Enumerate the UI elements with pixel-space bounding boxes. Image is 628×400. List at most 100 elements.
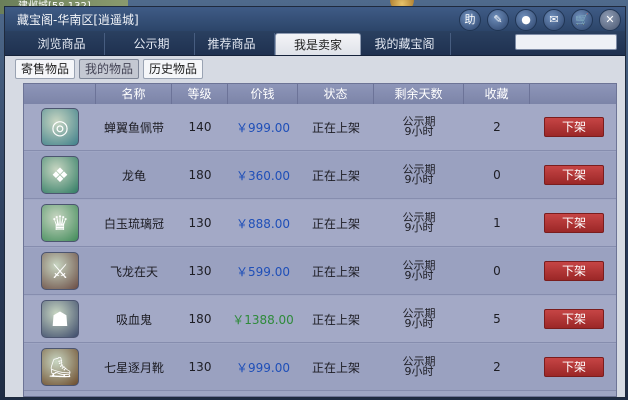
item-status: 正在上架 <box>311 360 360 375</box>
item-price: ￥888.00 <box>236 216 290 231</box>
col-icon-header <box>24 84 96 104</box>
item-name: 蝉翼鱼佩带 <box>103 120 164 135</box>
crown-icon[interactable]: ♛ <box>41 204 79 242</box>
item-level: 180 <box>188 312 212 326</box>
vampire-icon[interactable]: ☗ <box>41 300 79 338</box>
col-header-2: 价钱 <box>228 84 298 104</box>
days-line-2: 9小时 <box>404 317 434 330</box>
table-row[interactable]: ☗ 吸血鬼 180 ￥1388.00 正在上架 公示期 9小时 5 下架 <box>24 296 616 343</box>
item-icon-cell: ❖ <box>24 152 96 198</box>
search-input[interactable] <box>515 34 617 50</box>
delist-button[interactable]: 下架 <box>544 117 604 137</box>
col-header-5: 收藏 <box>464 84 530 104</box>
chat-icon[interactable]: ✉ <box>543 9 565 31</box>
item-favorites: 2 <box>493 360 501 374</box>
item-icon-cell: ⛸ <box>24 344 96 390</box>
item-list: 名称 等级 价钱 状态 剩余天数 收藏 ◎ 蝉翼鱼佩带 140 ￥999.00 正在上架 公示期 9小… <box>23 83 617 397</box>
item-level: 140 <box>188 120 212 134</box>
tab-3[interactable]: 我是卖家 <box>275 33 361 55</box>
item-price: ￥360.00 <box>236 168 290 183</box>
col-header-3: 状态 <box>298 84 374 104</box>
item-status: 正在上架 <box>311 312 360 327</box>
item-name: 龙龟 <box>121 168 146 183</box>
item-name: 白玉琉璃冠 <box>103 216 164 231</box>
days-line-2: 9小时 <box>404 269 434 282</box>
subtab-0[interactable]: 寄售物品 <box>15 59 76 79</box>
tab-2[interactable]: 推荐商品 <box>189 33 275 55</box>
item-days-left: 公示期 9小时 <box>374 104 464 150</box>
boots-icon[interactable]: ⛸ <box>41 348 79 386</box>
item-price: ￥999.00 <box>236 120 290 135</box>
record-icon[interactable]: ● <box>515 9 537 31</box>
item-icon-cell: ☗ <box>24 296 96 342</box>
item-icon-cell: ⚔ <box>24 248 96 294</box>
item-action-cell: 下架 <box>530 200 618 246</box>
title-bar: 藏宝阁-华南区[逍遥城] 助 ✎ ● ✉ 🛒 ✕ <box>5 7 625 31</box>
table-row[interactable]: ♛ 白玉琉璃冠 130 ￥888.00 正在上架 公示期 9小时 1 下架 <box>24 200 616 247</box>
window-title: 藏宝阁-华南区[逍遥城] <box>17 13 139 27</box>
item-favorites: 2 <box>493 120 501 134</box>
days-line-2: 9小时 <box>404 125 434 138</box>
col-action-header <box>530 84 618 104</box>
item-favorites: 1 <box>493 216 501 230</box>
belt-icon[interactable]: ◎ <box>41 108 79 146</box>
item-days-left: 公示期 9小时 <box>374 248 464 294</box>
sword-icon[interactable]: ⚔ <box>41 252 79 290</box>
item-action-cell: 下架 <box>530 248 618 294</box>
item-icon-cell: ♛ <box>24 200 96 246</box>
table-row[interactable]: ◎ 蝉翼鱼佩带 140 ￥999.00 正在上架 公示期 9小时 2 下架 <box>24 104 616 151</box>
item-status: 正在上架 <box>311 216 360 231</box>
main-tabs: 浏览商品 公示期 推荐商品 我是卖家 我的藏宝阁 <box>5 31 625 56</box>
title-icons: 助 ✎ ● ✉ 🛒 ✕ <box>459 9 621 31</box>
item-price: ￥999.00 <box>236 360 290 375</box>
days-line-2: 9小时 <box>404 365 434 378</box>
item-price: ￥1388.00 <box>232 312 294 327</box>
item-action-cell: 下架 <box>530 104 618 150</box>
item-level: 130 <box>188 216 212 230</box>
delist-button[interactable]: 下架 <box>544 165 604 185</box>
sub-tabs: 寄售物品 我的物品 历史物品 <box>15 59 204 79</box>
item-status: 正在上架 <box>311 168 360 183</box>
item-level: 130 <box>188 264 212 278</box>
tab-1[interactable]: 公示期 <box>109 33 195 55</box>
item-name: 吸血鬼 <box>115 312 152 327</box>
help-icon[interactable]: 助 <box>459 9 481 31</box>
item-favorites: 5 <box>493 312 501 326</box>
days-line-2: 9小时 <box>404 221 434 234</box>
tab-4[interactable]: 我的藏宝阁 <box>359 33 451 55</box>
item-days-left: 公示期 9小时 <box>374 344 464 390</box>
item-price: ￥599.00 <box>236 264 290 279</box>
tab-0[interactable]: 浏览商品 <box>19 33 105 55</box>
close-icon[interactable]: ✕ <box>599 9 621 31</box>
item-icon-cell: ◎ <box>24 104 96 150</box>
table-header: 名称 等级 价钱 状态 剩余天数 收藏 <box>24 84 616 104</box>
delist-button[interactable]: 下架 <box>544 261 604 281</box>
delist-button[interactable]: 下架 <box>544 309 604 329</box>
item-favorites: 0 <box>493 168 501 182</box>
col-header-4: 剩余天数 <box>374 84 464 104</box>
table-row[interactable]: ⛸ 七星逐月靴 130 ￥999.00 正在上架 公示期 9小时 2 下架 <box>24 344 616 391</box>
col-header-0: 名称 <box>96 84 172 104</box>
table-row[interactable]: ❖ 龙龟 180 ￥360.00 正在上架 公示期 9小时 0 下架 <box>24 152 616 199</box>
item-status: 正在上架 <box>311 120 360 135</box>
item-name: 飞龙在天 <box>109 264 158 279</box>
table-row[interactable]: ⚔ 飞龙在天 130 ￥599.00 正在上架 公示期 9小时 0 下架 <box>24 248 616 295</box>
dragon-turtle-icon[interactable]: ❖ <box>41 156 79 194</box>
item-action-cell: 下架 <box>530 296 618 342</box>
item-action-cell: 下架 <box>530 344 618 390</box>
col-header-1: 等级 <box>172 84 228 104</box>
subtab-1[interactable]: 我的物品 <box>79 59 140 79</box>
treasure-pavilion-window: 藏宝阁-华南区[逍遥城] 助 ✎ ● ✉ 🛒 ✕ 浏览商品 公示期 推荐商品 我是卖家 我的藏宝阁… <box>4 6 626 398</box>
item-level: 130 <box>188 360 212 374</box>
item-action-cell: 下架 <box>530 152 618 198</box>
delist-button[interactable]: 下架 <box>544 213 604 233</box>
item-status: 正在上架 <box>311 264 360 279</box>
cart-icon[interactable]: 🛒 <box>571 9 593 31</box>
item-days-left: 公示期 9小时 <box>374 296 464 342</box>
days-line-2: 9小时 <box>404 173 434 186</box>
delist-button[interactable]: 下架 <box>544 357 604 377</box>
item-level: 180 <box>188 168 212 182</box>
pen-icon[interactable]: ✎ <box>487 9 509 31</box>
item-days-left: 公示期 9小时 <box>374 152 464 198</box>
subtab-2[interactable]: 历史物品 <box>143 59 204 79</box>
